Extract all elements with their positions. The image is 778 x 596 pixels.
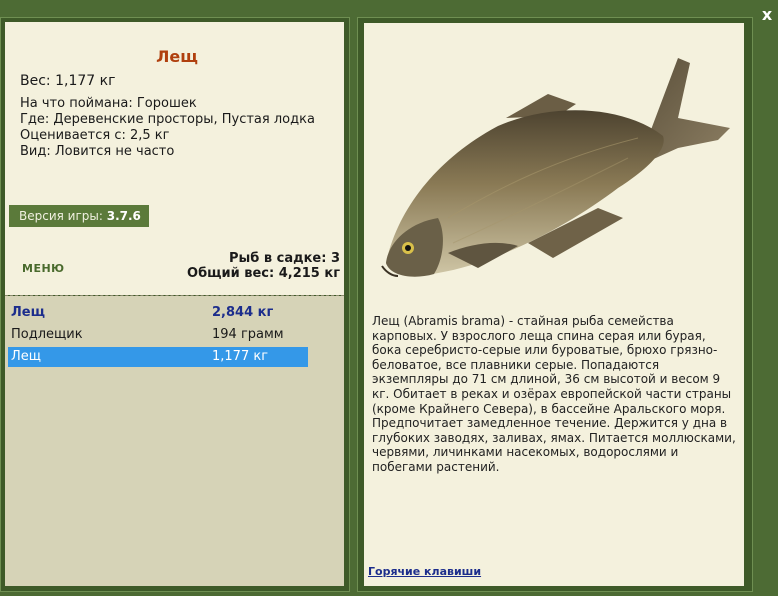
game-version: Версия игры: 3.7.6 bbox=[9, 205, 149, 227]
fish-rarity: Вид: Ловится не часто bbox=[20, 144, 175, 159]
fish-location: Где: Деревенские просторы, Пустая лодка bbox=[20, 112, 315, 127]
fish-description: Лещ (Abramis brama) - стайная рыба семей… bbox=[372, 314, 736, 474]
hotkeys-link[interactable]: Горячие клавиши bbox=[368, 565, 481, 578]
list-item-name: Подлещик bbox=[11, 327, 83, 342]
list-item-selected[interactable]: Лещ 1,177 кг bbox=[8, 347, 308, 367]
fish-title: Лещ bbox=[156, 47, 198, 66]
list-item-weight: 194 грамм bbox=[212, 327, 284, 342]
list-item-name: Лещ bbox=[11, 305, 45, 320]
version-value: 3.7.6 bbox=[106, 209, 141, 223]
menu-button[interactable]: МЕНЮ bbox=[22, 262, 65, 275]
list-item-weight: 1,177 кг bbox=[212, 349, 269, 364]
total-weight: Общий вес: 4,215 кг bbox=[187, 266, 340, 281]
fish-rated-from: Оценивается с: 2,5 кг bbox=[20, 128, 170, 143]
fish-count: Рыб в садке: 3 bbox=[228, 251, 340, 266]
fish-bait: На что поймана: Горошек bbox=[20, 96, 197, 111]
divider bbox=[5, 295, 344, 296]
bream-fish-image bbox=[381, 58, 730, 277]
fish-weight: Вес: 1,177 кг bbox=[20, 73, 116, 89]
list-item-name: Лещ bbox=[11, 349, 42, 364]
list-item[interactable]: Лещ 2,844 кг bbox=[8, 303, 308, 323]
list-item[interactable]: Подлещик 194 грамм bbox=[8, 325, 308, 345]
list-item-weight: 2,844 кг bbox=[212, 305, 274, 320]
close-icon[interactable]: x bbox=[758, 6, 776, 24]
version-label: Версия игры: bbox=[19, 209, 103, 223]
